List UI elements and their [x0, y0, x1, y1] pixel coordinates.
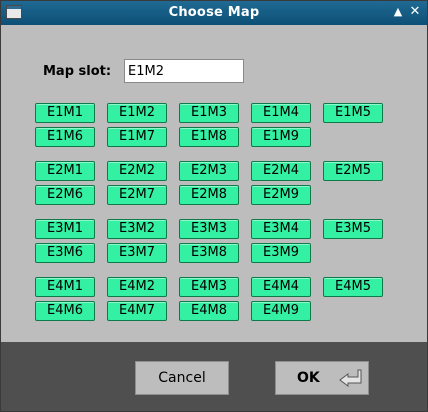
map-button[interactable]: E4M7 [107, 301, 167, 321]
map-button[interactable]: E1M2 [107, 103, 167, 123]
map-button[interactable]: E3M6 [35, 243, 95, 263]
map-button[interactable]: E4M8 [179, 301, 239, 321]
map-button[interactable]: E2M9 [251, 185, 311, 205]
map-button[interactable]: E4M2 [107, 277, 167, 297]
map-button[interactable]: E2M7 [107, 185, 167, 205]
map-button[interactable]: E1M7 [107, 127, 167, 147]
map-button[interactable]: E1M3 [179, 103, 239, 123]
map-button[interactable]: E2M8 [179, 185, 239, 205]
map-button[interactable]: E1M5 [323, 103, 383, 123]
ok-button[interactable]: OK [275, 361, 369, 395]
close-icon[interactable]: ✕ [407, 4, 423, 20]
map-button[interactable]: E1M1 [35, 103, 95, 123]
map-button[interactable]: E2M1 [35, 161, 95, 181]
map-button[interactable]: E1M8 [179, 127, 239, 147]
enter-key-icon [339, 369, 362, 387]
window-title: Choose Map [168, 5, 260, 20]
map-button[interactable]: E2M5 [323, 161, 383, 181]
title-bar[interactable]: Choose Map ▲ ✕ [1, 1, 427, 25]
map-button[interactable]: E4M1 [35, 277, 95, 297]
map-button[interactable]: E2M3 [179, 161, 239, 181]
map-button[interactable]: E4M3 [179, 277, 239, 297]
map-button[interactable]: E2M6 [35, 185, 95, 205]
map-slot-input[interactable] [124, 59, 244, 83]
map-button[interactable]: E2M4 [251, 161, 311, 181]
map-button[interactable]: E3M3 [179, 219, 239, 239]
map-button[interactable]: E3M2 [107, 219, 167, 239]
map-button[interactable]: E4M4 [251, 277, 311, 297]
map-button[interactable]: E1M6 [35, 127, 95, 147]
map-button[interactable]: E2M2 [107, 161, 167, 181]
map-button[interactable]: E3M1 [35, 219, 95, 239]
map-button[interactable]: E4M9 [251, 301, 311, 321]
ok-label: OK [297, 370, 320, 386]
map-button[interactable]: E3M8 [179, 243, 239, 263]
map-button[interactable]: E1M9 [251, 127, 311, 147]
button-bar: Cancel OK [1, 342, 427, 411]
map-button[interactable]: E1M4 [251, 103, 311, 123]
map-button[interactable]: E3M5 [323, 219, 383, 239]
map-slot-label: Map slot: [43, 64, 112, 79]
map-button[interactable]: E3M4 [251, 219, 311, 239]
map-button[interactable]: E3M9 [251, 243, 311, 263]
map-button[interactable]: E3M7 [107, 243, 167, 263]
map-button[interactable]: E4M5 [323, 277, 383, 297]
shade-icon[interactable]: ▲ [390, 4, 406, 20]
cancel-button[interactable]: Cancel [135, 361, 229, 395]
choose-map-dialog: Choose Map ▲ ✕ Map slot: E1M1 E1M2 E1M3 E1M… [0, 0, 428, 412]
map-button[interactable]: E4M6 [35, 301, 95, 321]
